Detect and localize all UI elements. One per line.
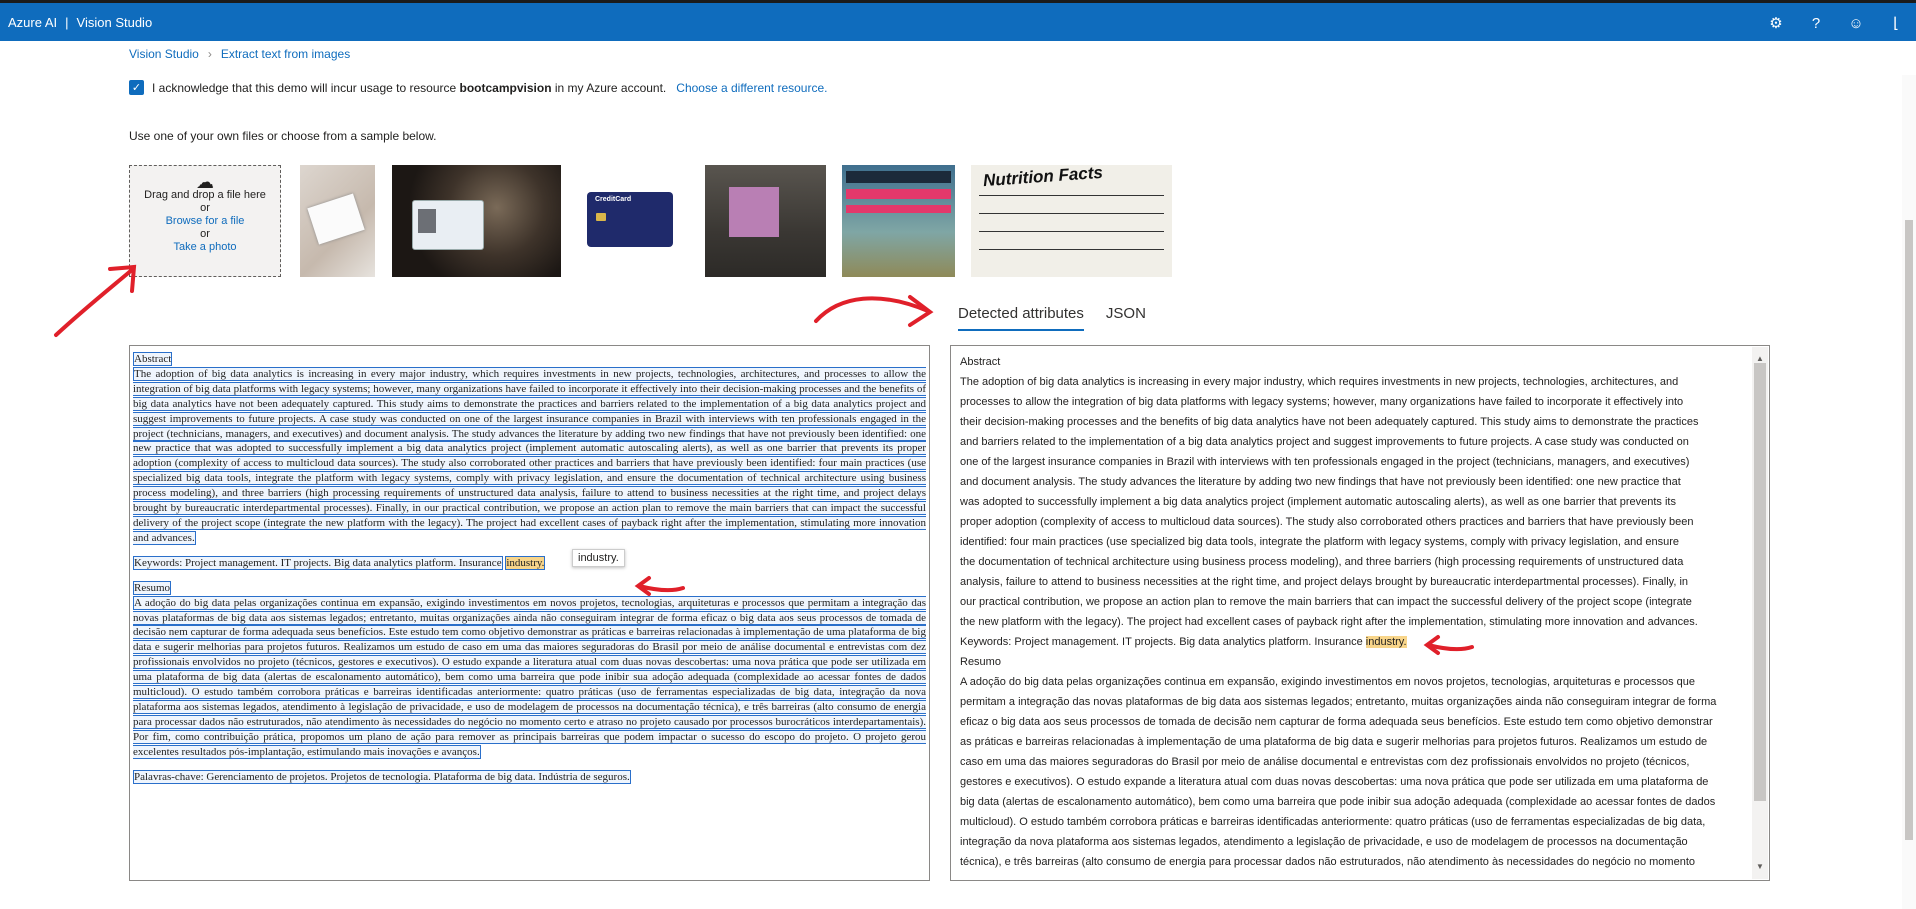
sample-thumbnail-nutrition-facts[interactable]: Nutrition Facts <box>971 165 1172 277</box>
sample-thumbnail-credit-card[interactable]: CreditCard <box>578 165 681 277</box>
result-line: integração da nova plataforma aos sistem… <box>960 836 1688 848</box>
result-line: permitam a integração das novas platafor… <box>960 696 1717 708</box>
result-line: proper adoption (complexity of access to… <box>960 516 1694 528</box>
topbar-icons: ⚙ ? ☺ ⌊ <box>1756 12 1916 34</box>
result-line: and document analysis. The study advance… <box>960 476 1681 488</box>
scroll-down-icon[interactable]: ▼ <box>1756 857 1764 877</box>
result-line: the documentation of technical architect… <box>960 556 1684 568</box>
upload-dropzone[interactable]: ☁ Drag and drop a file here or Browse fo… <box>129 165 281 277</box>
result-line: eficaz o big data aos seus processos de … <box>960 716 1713 728</box>
doc-resumo: A adoção do big data pelas organizações … <box>133 595 926 759</box>
doc-resumo-title: Resumo <box>133 580 172 595</box>
result-tabs: Detected attributes JSON <box>958 305 1168 331</box>
cloud-upload-icon: ☁ <box>196 172 214 192</box>
result-line: as práticas e barreiras relacionadas à i… <box>960 736 1708 748</box>
sample-thumbnail-poster[interactable] <box>842 165 955 277</box>
tab-detected-attributes[interactable]: Detected attributes <box>958 305 1084 331</box>
breadcrumb-root[interactable]: Vision Studio <box>129 47 199 61</box>
or-text: or <box>200 228 210 240</box>
brand[interactable]: Azure AI | Vision Studio <box>8 15 152 30</box>
result-line: processes to allow the integration of bi… <box>960 396 1684 408</box>
sample-thumbnail-sticky-note[interactable] <box>705 165 826 277</box>
result-line: our practical contribution, we propose a… <box>960 596 1692 608</box>
result-line: Abstract <box>960 356 1001 368</box>
result-line: multicloud). O estudo também corrobora p… <box>960 816 1706 828</box>
result-line: was adopted to successfully implement a … <box>960 496 1676 508</box>
page-scrollbar-thumb[interactable] <box>1905 220 1913 840</box>
brand-name: Azure AI <box>8 15 58 30</box>
help-icon[interactable]: ? <box>1796 12 1836 34</box>
sample-thumbnail-id-card[interactable] <box>392 165 561 277</box>
results-keyword-highlight[interactable]: industry. <box>1365 636 1407 648</box>
result-line: and barriers related to the implementati… <box>960 436 1689 448</box>
drag-drop-text: Drag and drop a file here <box>144 189 266 201</box>
tab-json[interactable]: JSON <box>1106 305 1146 331</box>
choose-resource-link[interactable]: Choose a different resource. <box>676 81 827 95</box>
result-line: The adoption of big data analytics is in… <box>960 376 1679 388</box>
result-line: identified: four main practices (use spe… <box>960 536 1680 548</box>
result-line: analysis, failure to attend to business … <box>960 576 1689 588</box>
doc-title: Abstract <box>133 352 173 366</box>
results-lines: Abstract The adoption of big data analyti… <box>960 352 1737 632</box>
product-name: Vision Studio <box>76 15 153 30</box>
results-scrollbar[interactable]: ▲ ▼ <box>1752 347 1768 879</box>
doc-abstract: The adoption of big data analytics is in… <box>133 366 926 545</box>
or-text: or <box>200 202 210 214</box>
word-tooltip: industry. <box>572 549 625 567</box>
result-line: Resumo <box>960 656 1001 668</box>
result-line: caso em uma das maiores seguradoras do B… <box>960 756 1690 768</box>
doc-keywords: Keywords: Project management. IT project… <box>133 555 546 570</box>
take-photo-link[interactable]: Take a photo <box>130 241 280 254</box>
ack-suffix: in my Azure account. <box>554 80 667 95</box>
feedback-icon[interactable]: ☺ <box>1836 12 1876 34</box>
result-line: the new platform with the legacy). The p… <box>960 616 1698 628</box>
ack-prefix: I acknowledge that this demo will incur … <box>152 80 457 95</box>
breadcrumb-current[interactable]: Extract text from images <box>221 47 350 61</box>
annotation-arrow-right <box>814 295 934 327</box>
scrollbar-thumb[interactable] <box>1754 363 1766 801</box>
breadcrumb: Vision Studio › Extract text from images <box>129 47 350 61</box>
doc-keyword-highlight[interactable]: industry. <box>505 555 546 570</box>
sample-thumbnail-card[interactable] <box>300 165 375 277</box>
resource-name: bootcampvision <box>459 80 552 95</box>
result-line: big data (alertas de escalonamento autom… <box>960 796 1716 808</box>
results-keywords: Keywords: Project management. IT project… <box>960 636 1407 648</box>
top-bar: Azure AI | Vision Studio ⚙ ? ☺ ⌊ <box>0 0 1916 41</box>
result-line: A adoção do big data pelas organizações … <box>960 676 1696 688</box>
result-line: one of the largest insurance companies i… <box>960 456 1690 468</box>
browse-file-link[interactable]: Browse for a file <box>130 215 280 228</box>
detected-attributes-panel[interactable]: Abstract The adoption of big data analyti… <box>950 345 1770 881</box>
document-preview[interactable]: Abstract The adoption of big data analyt… <box>129 345 930 881</box>
credit-card-brand: CreditCard <box>595 196 632 203</box>
result-line: their decision-making processes and the … <box>960 416 1699 428</box>
nutrition-facts-title: Nutrition Facts <box>982 165 1104 191</box>
page-scrollbar[interactable] <box>1902 75 1916 909</box>
doc-palavras: Palavras-chave: Gerenciamento de projeto… <box>133 769 631 784</box>
account-icon[interactable]: ⌊ <box>1876 12 1916 34</box>
result-line: gestores e executivos). O estudo expande… <box>960 776 1709 788</box>
use-own-text: Use one of your own files or choose from… <box>129 129 437 143</box>
results-resumo-lines: Resumo A adoção do big data pelas organiz… <box>960 652 1737 872</box>
acknowledge-checkbox[interactable]: ✓ <box>129 80 144 95</box>
gear-icon[interactable]: ⚙ <box>1756 12 1796 34</box>
chevron-right-icon: › <box>207 47 212 61</box>
acknowledge-row: ✓ I acknowledge that this demo will incu… <box>129 80 827 95</box>
result-line: técnica), e três barreiras (alto consumo… <box>960 856 1695 868</box>
